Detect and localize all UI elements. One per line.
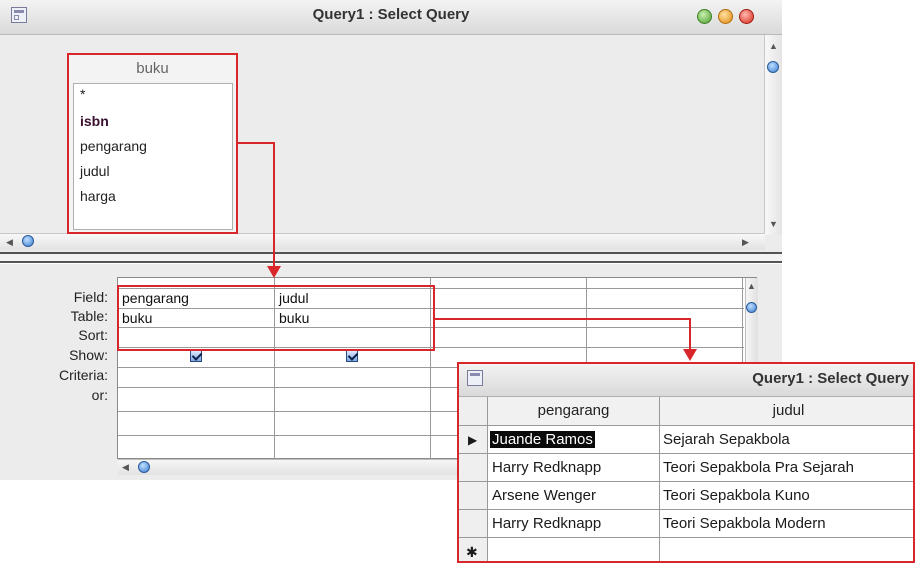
minimize-button[interactable]	[718, 9, 733, 24]
connector-line	[689, 318, 691, 350]
scroll-thumb[interactable]	[767, 61, 779, 73]
table-cell[interactable]: Teori Sepakbola Kuno	[663, 482, 810, 510]
row-label-field: Field:	[73, 289, 108, 305]
scroll-thumb[interactable]	[22, 235, 34, 247]
row-label-show: Show:	[69, 347, 108, 363]
row-label-criteria: Criteria:	[58, 367, 108, 383]
field-list-title: buku	[136, 60, 169, 77]
scroll-up-icon[interactable]: ▲	[769, 41, 778, 51]
current-record-icon: ▶	[468, 433, 478, 447]
scroll-up-icon[interactable]: ▲	[747, 281, 756, 291]
field-item-isbn[interactable]: isbn	[80, 113, 109, 129]
scroll-down-icon[interactable]: ▼	[769, 219, 778, 229]
scroll-thumb[interactable]	[138, 461, 150, 473]
table-cell[interactable]: Sejarah Sepakbola	[663, 426, 790, 454]
table-pane-vertical-scrollbar[interactable]: ▲ ▼	[764, 35, 782, 235]
scroll-left-icon[interactable]: ◀	[122, 462, 129, 472]
close-button[interactable]	[739, 9, 754, 24]
column-header-pengarang[interactable]: pengarang	[488, 397, 659, 425]
pane-splitter[interactable]	[0, 252, 782, 263]
connector-line	[434, 318, 690, 320]
scroll-thumb[interactable]	[746, 302, 757, 313]
row-label-or: or:	[91, 387, 108, 403]
column-header-judul[interactable]: judul	[660, 397, 913, 425]
result-datasheet-window[interactable]: Query1 : Select Query pengarang judul ▶ …	[457, 362, 915, 563]
connector-line	[273, 142, 275, 267]
window-title: Query1 : Select Query	[312, 6, 470, 23]
table-field-list-buku[interactable]: buku * isbn pengarang judul harga	[67, 53, 238, 234]
zoom-button[interactable]	[697, 9, 712, 24]
grid-horizontal-scrollbar[interactable]: ◀	[118, 459, 458, 475]
row-label-sort: Sort:	[78, 327, 108, 343]
field-item-all[interactable]: *	[80, 86, 85, 102]
result-titlebar[interactable]: Query1 : Select Query	[459, 364, 913, 397]
field-item-judul[interactable]: judul	[80, 163, 110, 179]
row-label-table: Table:	[70, 308, 108, 324]
result-window-title: Query1 : Select Query	[752, 370, 909, 387]
arrow-down-icon	[267, 266, 281, 278]
new-record-icon: ✱	[466, 544, 478, 560]
table-cell[interactable]: Juande Ramos	[490, 426, 595, 454]
scroll-right-icon[interactable]: ▶	[742, 237, 749, 247]
table-cell[interactable]: Teori Sepakbola Pra Sejarah	[663, 454, 854, 482]
table-cell[interactable]: Harry Redknapp	[492, 510, 601, 538]
table-cell[interactable]: Arsene Wenger	[492, 482, 596, 510]
field-item-harga[interactable]: harga	[80, 188, 116, 204]
table-pane-horizontal-scrollbar[interactable]: ◀ ▶	[0, 233, 765, 250]
table-cell[interactable]: Teori Sepakbola Modern	[663, 510, 826, 538]
connector-line	[237, 142, 274, 144]
field-item-pengarang[interactable]: pengarang	[80, 138, 147, 154]
arrow-down-icon	[683, 349, 697, 361]
show-checkbox[interactable]	[346, 350, 358, 362]
highlight-box	[117, 285, 435, 351]
table-cell[interactable]: Harry Redknapp	[492, 454, 601, 482]
field-list: * isbn pengarang judul harga	[73, 83, 233, 230]
selected-cell-text[interactable]: Juande Ramos	[490, 431, 595, 448]
show-checkbox[interactable]	[190, 350, 202, 362]
query-icon	[467, 370, 483, 386]
query-window-titlebar[interactable]: Query1 : Select Query	[0, 0, 782, 35]
scroll-left-icon[interactable]: ◀	[6, 237, 13, 247]
